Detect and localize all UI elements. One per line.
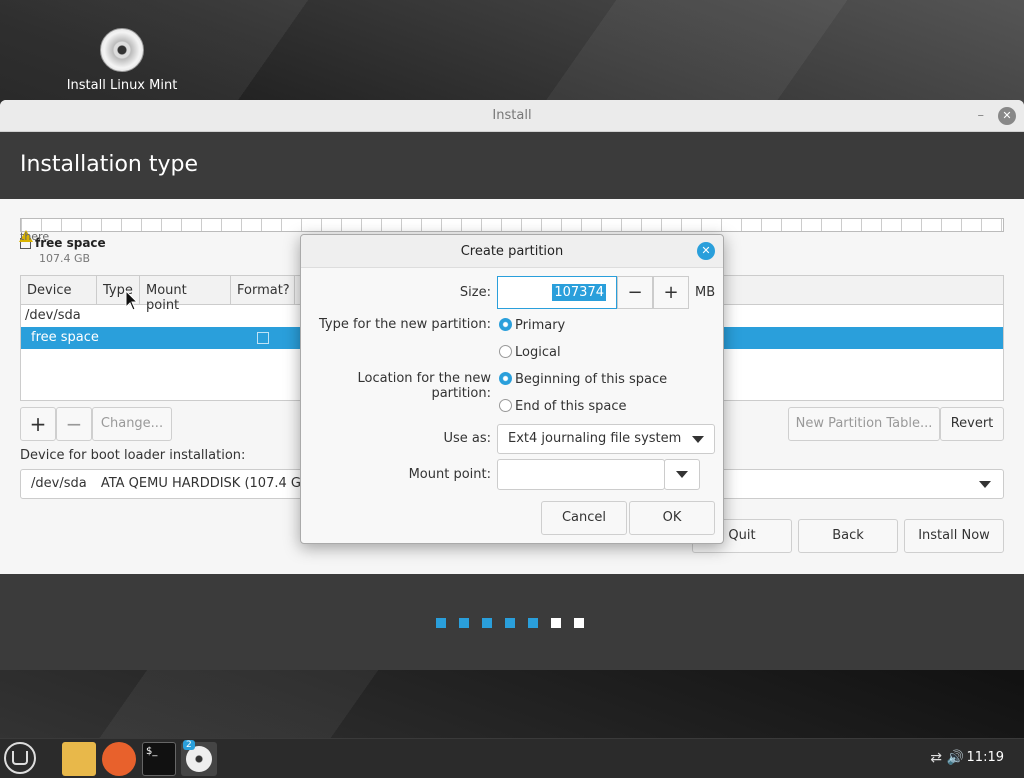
disc-icon	[100, 28, 144, 72]
size-label: Size:	[459, 285, 491, 300]
terminal-icon[interactable]: $_	[142, 742, 176, 776]
radio-off-icon	[499, 399, 512, 412]
step-indicator	[436, 618, 584, 628]
change-partition-button[interactable]: Change...	[92, 407, 172, 441]
new-partition-table-button[interactable]: New Partition Table...	[788, 407, 940, 441]
taskbar: $_ 2 ⇄ 🔊 11:19	[0, 738, 1024, 778]
radio-on-icon	[499, 372, 512, 385]
desktop-icon-label: Install Linux Mint	[66, 78, 178, 93]
use-as-value: Ext4 journaling file system	[508, 431, 682, 446]
step-dot	[551, 618, 561, 628]
partition-legend: there free space 107.4 GB	[19, 230, 106, 265]
window-close-icon[interactable]: ✕	[998, 107, 1016, 125]
type-label: Type for the new partition:	[318, 317, 491, 332]
column-header-format[interactable]: Format?	[231, 276, 295, 304]
radio-end[interactable]: End of this space	[499, 399, 627, 414]
chevron-down-icon	[692, 436, 704, 443]
step-dot	[482, 618, 492, 628]
radio-on-icon	[499, 318, 512, 331]
mount-point-input[interactable]	[497, 459, 665, 490]
clock[interactable]: 11:19	[967, 750, 1004, 765]
size-input[interactable]: 107374	[497, 276, 617, 309]
mint-menu-icon[interactable]	[4, 742, 36, 774]
radio-primary[interactable]: Primary	[499, 318, 565, 333]
step-dot	[528, 618, 538, 628]
back-button[interactable]: Back	[798, 519, 898, 553]
size-decrement-button[interactable]: −	[617, 276, 653, 309]
radio-logical-label: Logical	[515, 345, 561, 360]
column-header-device[interactable]: Device	[21, 276, 97, 304]
radio-primary-label: Primary	[515, 318, 566, 333]
window-count-badge: 2	[183, 740, 195, 750]
cancel-button[interactable]: Cancel	[541, 501, 627, 535]
chevron-down-icon	[676, 471, 688, 478]
folder-icon[interactable]	[62, 742, 96, 776]
use-as-label: Use as:	[443, 431, 491, 446]
partition-bar	[20, 218, 1004, 232]
location-label: Location for the new partition:	[357, 371, 491, 401]
quit-label: Quit	[728, 528, 756, 543]
firefox-icon[interactable]	[102, 742, 136, 776]
format-checkbox[interactable]	[257, 332, 269, 344]
step-dot	[436, 618, 446, 628]
radio-beginning[interactable]: Beginning of this space	[499, 372, 667, 387]
mount-point-dropdown-button[interactable]	[664, 459, 700, 490]
dialog-title: Create partition	[460, 244, 564, 259]
mount-point-label: Mount point:	[408, 467, 491, 482]
use-as-select[interactable]: Ext4 journaling file system	[497, 424, 715, 454]
chevron-down-icon	[979, 481, 991, 488]
radio-logical[interactable]: Logical	[499, 345, 561, 360]
minimize-icon[interactable]: –	[978, 100, 985, 132]
row-label: free space	[31, 330, 99, 345]
dialog-close-icon[interactable]: ✕	[697, 242, 715, 260]
radio-beginning-label: Beginning of this space	[515, 372, 668, 387]
window-title: Install	[492, 108, 532, 123]
footer-band	[0, 574, 1024, 670]
step-dot	[574, 618, 584, 628]
page-title: Installation type	[20, 152, 198, 177]
ok-button[interactable]: OK	[629, 501, 715, 535]
column-header-mount-point[interactable]: Mount point	[140, 276, 231, 313]
legend-ghost-label: there	[20, 230, 50, 243]
desktop-icon-install[interactable]: Install Linux Mint	[62, 28, 182, 93]
legend-size: 107.4 GB	[39, 252, 91, 265]
size-value: 107374	[552, 284, 606, 301]
page-header: Installation type	[0, 132, 1024, 199]
revert-button[interactable]: Revert	[940, 407, 1004, 441]
radio-off-icon	[499, 345, 512, 358]
volume-icon[interactable]: 🔊	[947, 750, 964, 766]
size-increment-button[interactable]: +	[653, 276, 689, 309]
step-dot	[505, 618, 515, 628]
dialog-titlebar[interactable]: Create partition ✕	[301, 235, 723, 268]
network-icon[interactable]: ⇄	[930, 750, 942, 766]
bootloader-description: ATA QEMU HARDDISK (107.4 GB)	[100, 476, 315, 491]
add-partition-button[interactable]: +	[20, 407, 56, 441]
installer-taskbar-item[interactable]: 2	[181, 740, 217, 776]
radio-end-label: End of this space	[515, 399, 627, 414]
window-titlebar[interactable]: Install – ✕	[0, 100, 1024, 132]
bootloader-label: Device for boot loader installation:	[20, 448, 246, 463]
size-unit: MB	[695, 285, 716, 300]
step-dot	[459, 618, 469, 628]
bootloader-device: /dev/sda	[31, 476, 87, 491]
create-partition-dialog: Create partition ✕ Size: 107374 − + MB T…	[300, 234, 724, 544]
remove-partition-button[interactable]: −	[56, 407, 92, 441]
install-now-button[interactable]: Install Now	[904, 519, 1004, 553]
mouse-cursor-icon	[125, 290, 139, 311]
